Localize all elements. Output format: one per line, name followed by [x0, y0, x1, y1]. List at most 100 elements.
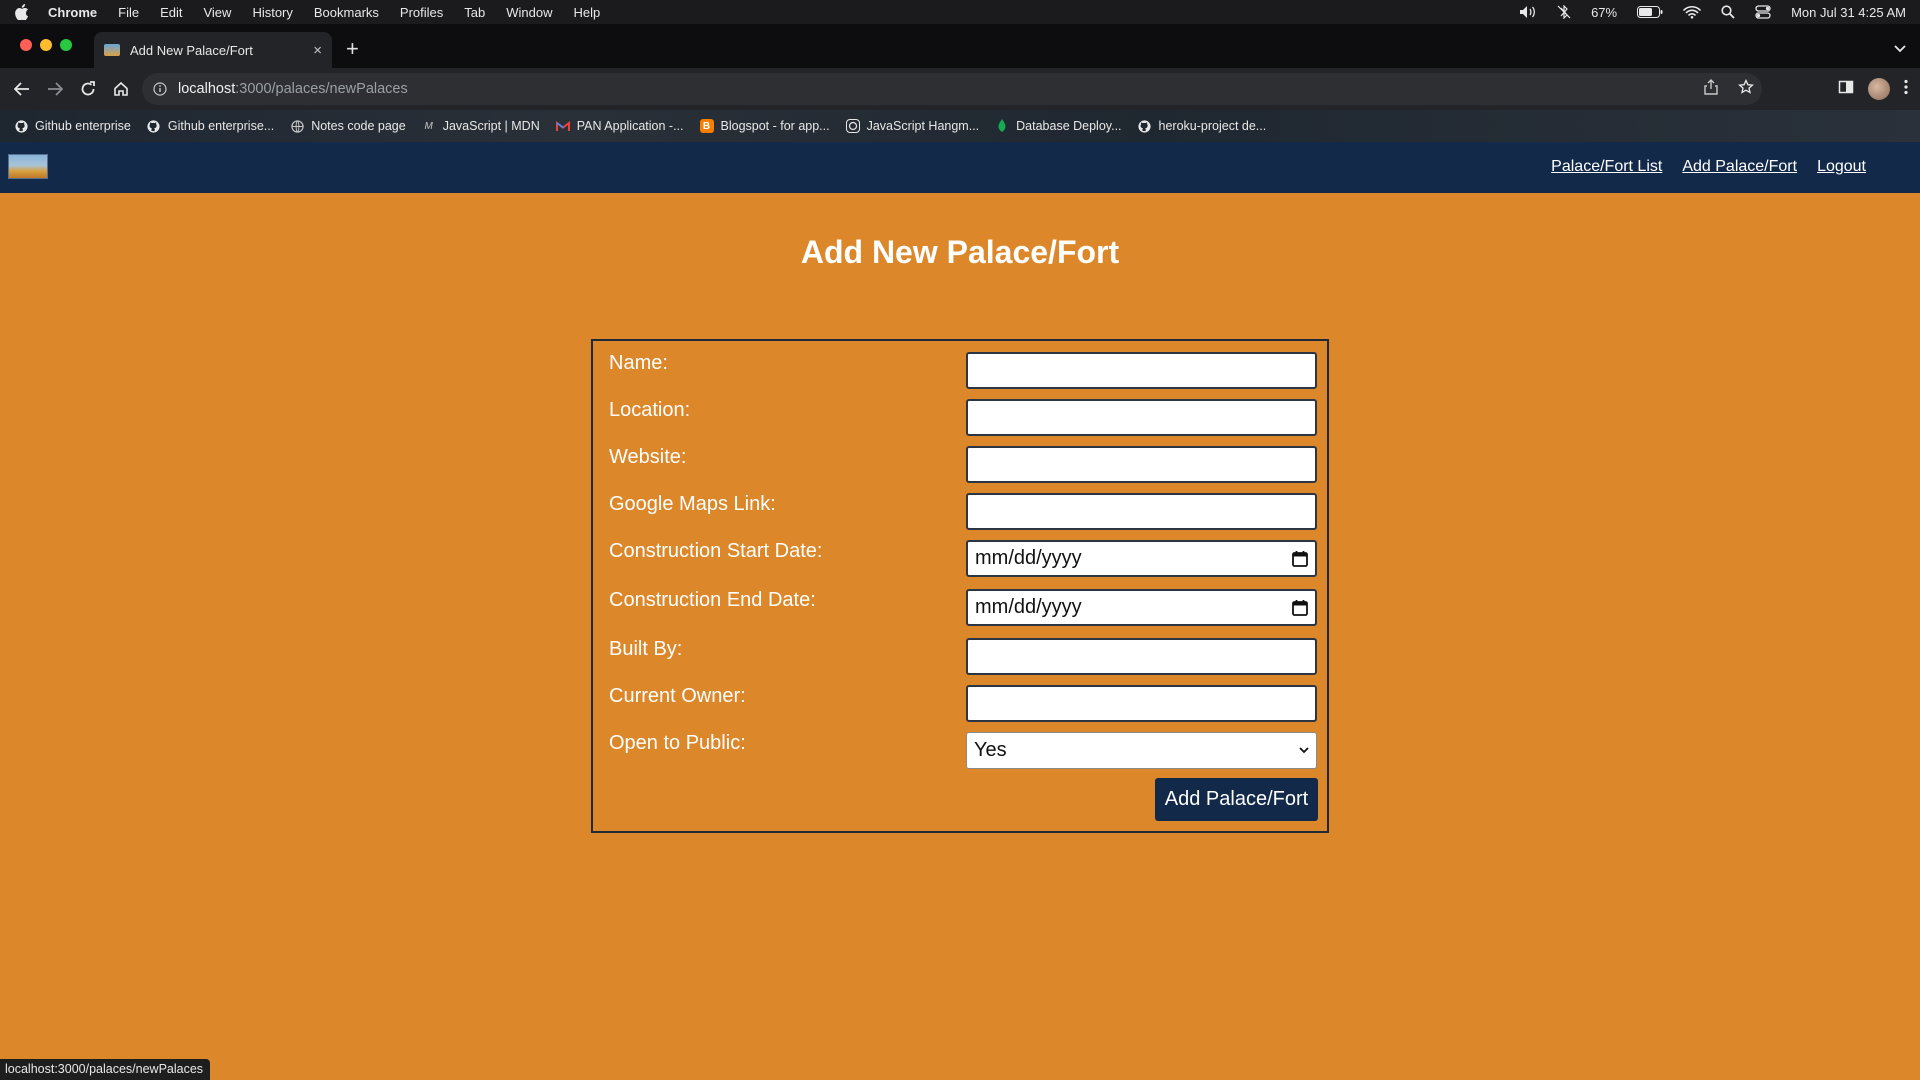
maps-link-input[interactable]: [966, 493, 1317, 530]
nav-link-logout[interactable]: Logout: [1817, 158, 1866, 176]
bookmark-label: Notes code page: [311, 119, 406, 133]
url-path: :3000/palaces/newPalaces: [235, 81, 408, 97]
bookmark-item[interactable]: M JavaScript | MDN: [422, 119, 540, 133]
bookmark-label: JavaScript | MDN: [442, 119, 540, 133]
built-by-input[interactable]: [966, 638, 1317, 675]
bookmark-label: Github enterprise...: [167, 119, 275, 133]
current-owner-input[interactable]: [966, 685, 1317, 722]
bookmark-label: PAN Application -...: [576, 119, 684, 133]
menu-window[interactable]: Window: [506, 5, 552, 20]
current-owner-label: Current Owner:: [609, 685, 746, 707]
form-row-current-owner: Current Owner:: [593, 685, 1327, 725]
control-center-icon[interactable]: [1755, 5, 1771, 19]
bookmark-label: Database Deploy...: [1016, 119, 1122, 133]
side-panel-icon[interactable]: [1838, 79, 1854, 100]
calendar-icon[interactable]: [1292, 599, 1308, 616]
website-input[interactable]: [966, 446, 1317, 483]
browser-tab-active[interactable]: Add New Palace/Fort ×: [94, 32, 332, 68]
form-row-end-date: Construction End Date: mm/dd/yyyy: [593, 589, 1327, 629]
end-date-input[interactable]: mm/dd/yyyy: [966, 589, 1317, 626]
minimize-window-button[interactable]: [40, 39, 52, 51]
name-input[interactable]: [966, 352, 1317, 389]
menu-help[interactable]: Help: [574, 5, 601, 20]
open-to-public-label: Open to Public:: [609, 732, 746, 754]
tab-title: Add New Palace/Fort: [130, 42, 253, 58]
page-title: Add New Palace/Fort: [800, 234, 1120, 270]
start-date-label: Construction Start Date:: [609, 540, 823, 562]
menu-view[interactable]: View: [203, 5, 231, 20]
form-row-name: Name:: [593, 352, 1327, 392]
name-label: Name:: [609, 352, 668, 374]
spotlight-search-icon[interactable]: [1721, 5, 1735, 19]
calendar-icon[interactable]: [1292, 550, 1308, 567]
github-icon: [14, 119, 28, 133]
close-window-button[interactable]: [20, 39, 32, 51]
menu-tab[interactable]: Tab: [464, 5, 485, 20]
web-page: Palace/Fort List Add Palace/Fort Logout …: [0, 142, 1920, 1080]
bookmark-item[interactable]: B Blogspot - for app...: [699, 119, 830, 133]
bookmark-label: heroku-project de...: [1158, 119, 1267, 133]
menu-bookmarks[interactable]: Bookmarks: [314, 5, 379, 20]
link-status-bar: localhost:3000/palaces/newPalaces: [0, 1059, 211, 1080]
location-input[interactable]: [966, 399, 1317, 436]
form-row-location: Location:: [593, 399, 1327, 439]
zoom-window-button[interactable]: [60, 39, 72, 51]
open-to-public-select[interactable]: Yes: [966, 732, 1317, 769]
url-host: localhost: [178, 81, 236, 97]
bookmark-item[interactable]: PAN Application -...: [555, 119, 684, 133]
address-bar[interactable]: localhost:3000/palaces/newPalaces: [142, 73, 1762, 105]
bookmark-item[interactable]: Github enterprise...: [147, 119, 274, 133]
nav-link-palace-list[interactable]: Palace/Fort List: [1551, 158, 1662, 176]
menu-edit[interactable]: Edit: [160, 5, 182, 20]
site-info-icon[interactable]: [152, 81, 168, 97]
reload-icon[interactable]: [72, 73, 104, 105]
share-icon[interactable]: [1704, 79, 1718, 99]
start-date-input[interactable]: mm/dd/yyyy: [966, 540, 1317, 577]
add-palace-form: Name: Location: Website: Google Maps Lin…: [591, 339, 1329, 833]
github-icon: [1138, 119, 1152, 133]
built-by-label: Built By:: [609, 638, 683, 660]
bookmark-item[interactable]: Github enterprise: [14, 119, 131, 133]
site-logo[interactable]: [8, 154, 48, 179]
battery-icon[interactable]: [1637, 6, 1663, 18]
bookmark-star-icon[interactable]: [1738, 78, 1754, 99]
apple-icon[interactable]: [14, 4, 30, 20]
mongodb-icon: [995, 119, 1009, 133]
bluetooth-off-icon[interactable]: [1557, 5, 1571, 19]
menu-profiles[interactable]: Profiles: [400, 5, 443, 20]
menu-history[interactable]: History: [252, 5, 292, 20]
back-arrow-icon[interactable]: [6, 73, 38, 105]
battery-percent: 67%: [1591, 4, 1618, 20]
home-icon[interactable]: [105, 73, 137, 105]
bookmark-label: Blogspot - for app...: [720, 119, 830, 133]
tab-close-icon[interactable]: ×: [313, 42, 322, 59]
volume-icon[interactable]: [1519, 5, 1537, 19]
bookmark-item[interactable]: Database Deploy...: [995, 119, 1122, 133]
chatgpt-icon: [845, 119, 860, 133]
wifi-icon[interactable]: [1683, 5, 1701, 19]
gmail-icon: [555, 119, 570, 133]
tab-search-chevron-icon[interactable]: [1894, 40, 1906, 58]
clock[interactable]: Mon Jul 31 4:25 AM: [1791, 5, 1906, 20]
new-tab-button[interactable]: +: [346, 38, 359, 60]
bookmark-item[interactable]: Notes code page: [290, 119, 406, 133]
bookmark-label: Github enterprise: [35, 119, 131, 133]
menu-app-name[interactable]: Chrome: [48, 5, 97, 20]
start-date-placeholder: mm/dd/yyyy: [975, 547, 1082, 569]
menu-file[interactable]: File: [118, 5, 139, 20]
nav-links: Palace/Fort List Add Palace/Fort Logout: [1551, 158, 1866, 176]
chrome-menu-icon[interactable]: [1904, 79, 1908, 100]
form-row-website: Website:: [593, 446, 1327, 486]
form-row-start-date: Construction Start Date: mm/dd/yyyy: [593, 540, 1327, 580]
forward-arrow-icon[interactable]: [39, 73, 71, 105]
profile-avatar[interactable]: [1868, 78, 1890, 100]
end-date-placeholder: mm/dd/yyyy: [975, 596, 1082, 618]
bookmark-item[interactable]: JavaScript Hangm...: [845, 119, 979, 133]
location-label: Location:: [609, 399, 691, 421]
blogger-icon: B: [699, 119, 714, 133]
bookmark-item[interactable]: heroku-project de...: [1138, 119, 1267, 133]
form-row-maps-link: Google Maps Link:: [593, 493, 1327, 533]
add-palace-submit-button[interactable]: Add Palace/Fort: [1155, 778, 1318, 821]
nav-link-add-palace[interactable]: Add Palace/Fort: [1682, 158, 1797, 176]
window-controls: [20, 39, 72, 51]
